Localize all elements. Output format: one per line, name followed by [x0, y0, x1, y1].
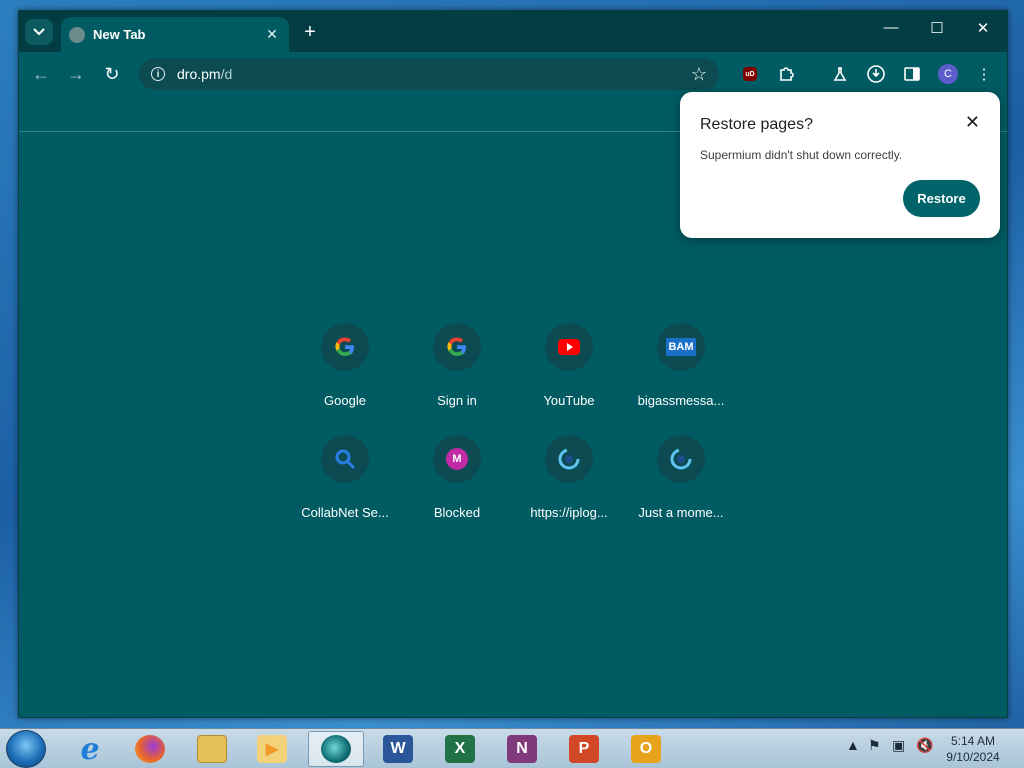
shortcut-icon-circle: M — [433, 435, 481, 483]
shortcut-label: CollabNet Se... — [301, 505, 389, 520]
shortcut-label: https://iplog... — [530, 505, 608, 520]
shortcut-tile[interactable]: BAM bigassmessa... — [625, 323, 737, 423]
powerpoint-icon: P — [569, 735, 599, 763]
close-window-button[interactable]: ✕ — [968, 19, 998, 37]
tab-new-tab[interactable]: New Tab ✕ — [61, 17, 289, 52]
new-tab-button[interactable]: + — [299, 22, 321, 42]
shortcut-icon-circle — [433, 323, 481, 371]
back-button[interactable]: ← — [30, 64, 52, 85]
taskbar-app-onenote[interactable]: N — [494, 731, 550, 767]
show-hidden-icons-button[interactable]: ▲ — [846, 737, 860, 753]
shortcut-tile[interactable]: YouTube — [513, 323, 625, 423]
shortcut-icon-circle — [321, 435, 369, 483]
tab-strip: New Tab ✕ + — ☐ ✕ — [19, 11, 1007, 52]
site-info-icon[interactable]: i — [151, 67, 165, 81]
shortcut-tile[interactable]: https://iplog... — [513, 435, 625, 535]
clock-time: 5:14 AM — [950, 734, 996, 748]
taskbar-app-firefox[interactable] — [122, 731, 178, 767]
restore-pages-dialog: Restore pages? ✕ Supermium didn't shut d… — [680, 92, 1000, 238]
shortcut-tile[interactable]: Google — [289, 323, 401, 423]
profile-initial: C — [938, 64, 958, 84]
firefox-icon — [135, 735, 165, 763]
labs-flask-icon[interactable] — [830, 64, 850, 84]
shortcut-tile[interactable]: CollabNet Se... — [289, 435, 401, 535]
address-bar[interactable]: i dro.pm/d ☆ — [139, 58, 719, 90]
maximize-button[interactable]: ☐ — [922, 19, 952, 37]
taskbar: e ▶ W X N P O ▲ ⚑ ▣ 🔇 5:14 AM 9/10/2024 — [0, 728, 1024, 768]
shortcut-tile[interactable]: Just a mome... — [625, 435, 737, 535]
shortcut-icon-circle — [321, 323, 369, 371]
shortcut-icon-circle — [545, 435, 593, 483]
action-center-flag-icon[interactable]: ⚑ — [868, 737, 881, 754]
minimize-button[interactable]: — — [876, 19, 906, 36]
forward-button[interactable]: → — [65, 64, 87, 85]
ublock-extension-icon[interactable]: uD — [740, 64, 760, 84]
shortcut-label: YouTube — [543, 393, 595, 408]
taskbar-app-file-explorer[interactable] — [184, 731, 240, 767]
shortcut-tile[interactable]: M Blocked — [401, 435, 513, 535]
reload-button[interactable]: ↻ — [101, 64, 123, 85]
youtube-icon — [558, 339, 580, 355]
supermium-icon — [321, 735, 351, 763]
close-icon[interactable]: ✕ — [965, 112, 980, 133]
url-path: /d — [220, 66, 233, 82]
shortcut-label: Blocked — [433, 505, 481, 520]
volume-muted-icon[interactable]: 🔇 — [916, 737, 933, 754]
shortcut-label: bigassmessa... — [637, 393, 725, 408]
google-icon — [335, 337, 354, 357]
magnifier-icon — [335, 449, 356, 470]
clock-date: 9/10/2024 — [946, 750, 1000, 764]
taskbar-app-excel[interactable]: X — [432, 731, 488, 767]
media-player-icon: ▶ — [257, 735, 287, 763]
restore-button[interactable]: Restore — [903, 180, 980, 217]
internet-explorer-icon: e — [80, 731, 100, 767]
taskbar-app-powerpoint[interactable]: P — [556, 731, 612, 767]
shortcut-label: Google — [324, 393, 366, 408]
url-text[interactable]: dro.pm/d — [177, 66, 691, 82]
onenote-icon: N — [507, 735, 537, 763]
toolbar: ← → ↻ i dro.pm/d ☆ uD C ⋮ — [19, 52, 1007, 96]
download-icon[interactable] — [866, 64, 886, 84]
shortcut-icon-circle: BAM — [657, 323, 705, 371]
tab-title: New Tab — [93, 27, 146, 42]
taskbar-app-media-player[interactable]: ▶ — [244, 731, 300, 767]
side-panel-icon[interactable] — [902, 64, 922, 84]
taskbar-app-supermium[interactable] — [308, 731, 364, 767]
restore-dialog-message: Supermium didn't shut down correctly. — [700, 148, 903, 162]
loading-ring-icon — [558, 448, 580, 470]
taskbar-app-internet-explorer[interactable]: e — [62, 731, 118, 767]
shortcut-label: Just a mome... — [638, 505, 724, 520]
folder-icon — [197, 735, 227, 763]
bookmark-star-icon[interactable]: ☆ — [691, 64, 707, 85]
m-icon: M — [446, 448, 468, 470]
url-host: dro.pm — [177, 66, 221, 82]
menu-kebab-icon[interactable]: ⋮ — [974, 64, 994, 84]
tab-favicon-icon — [69, 26, 85, 43]
tab-close-icon[interactable]: ✕ — [263, 26, 281, 43]
bam-icon: BAM — [666, 338, 696, 356]
extensions-puzzle-icon[interactable] — [776, 64, 796, 84]
system-clock[interactable]: 5:14 AM 9/10/2024 — [938, 733, 1008, 765]
network-icon[interactable]: ▣ — [892, 737, 905, 754]
google-icon — [447, 337, 466, 357]
taskbar-app-outlook[interactable]: O — [618, 731, 674, 767]
shortcut-label: Sign in — [437, 393, 477, 408]
profile-avatar[interactable]: C — [938, 64, 958, 84]
outlook-icon: O — [631, 735, 661, 763]
shortcut-tile[interactable]: Sign in — [401, 323, 513, 423]
excel-icon: X — [445, 735, 475, 763]
loading-ring-icon — [670, 448, 692, 470]
restore-dialog-title: Restore pages? — [700, 116, 813, 133]
chevron-down-icon — [33, 28, 45, 36]
taskbar-app-word[interactable]: W — [370, 731, 426, 767]
shortcut-icon-circle — [545, 323, 593, 371]
ublock-badge: uD — [743, 67, 757, 81]
tab-search-button[interactable] — [25, 19, 53, 45]
shortcut-icon-circle — [657, 435, 705, 483]
word-icon: W — [383, 735, 413, 763]
start-button[interactable] — [6, 730, 46, 768]
